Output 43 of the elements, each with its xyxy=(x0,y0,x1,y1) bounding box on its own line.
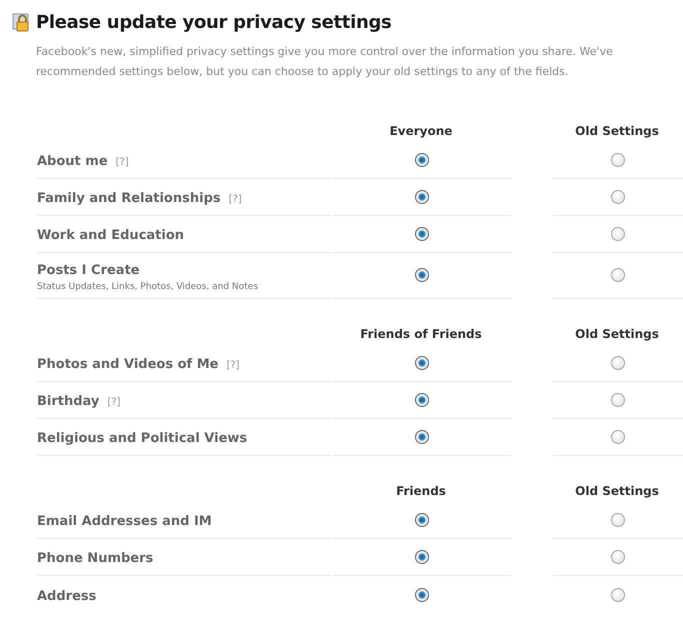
setting-label: Phone Numbers xyxy=(37,551,154,566)
radio-button[interactable] xyxy=(611,226,625,241)
radio-button[interactable] xyxy=(415,393,429,408)
radio-button[interactable] xyxy=(611,268,625,282)
radio-button[interactable] xyxy=(611,152,625,167)
setting-label: Religious and Political Views xyxy=(37,431,248,446)
radio-button[interactable] xyxy=(611,430,625,444)
radio-button[interactable] xyxy=(415,190,429,204)
setting-label: About me xyxy=(37,154,108,169)
setting-label: Email Addresses and IM xyxy=(37,514,212,530)
radio-button[interactable] xyxy=(415,588,429,602)
column-header: Friends of Friends xyxy=(359,326,483,344)
setting-label: Posts I Create xyxy=(37,262,140,278)
radio-button[interactable] xyxy=(611,393,625,408)
setting-label: Photos and Videos of Me xyxy=(37,357,218,372)
radio-button[interactable] xyxy=(611,550,625,564)
column-header: Old Settings xyxy=(574,483,660,500)
help-link[interactable]: [?] xyxy=(226,360,240,372)
setting-label: Address xyxy=(37,588,96,604)
radio-button[interactable] xyxy=(611,513,625,528)
setting-sublabel: Status Updates, Links, Photos, Videos, and Notes xyxy=(37,280,259,294)
column-header: Old Settings xyxy=(574,122,660,140)
radio-button[interactable] xyxy=(415,356,429,370)
setting-label: Work and Education xyxy=(37,228,184,243)
column-header: Friends xyxy=(395,483,447,500)
column-header: Everyone xyxy=(388,122,454,140)
radio-button[interactable] xyxy=(415,513,429,528)
radio-button[interactable] xyxy=(415,550,429,564)
description: Facebook's new, simplified privacy settings give you more control over the information you share. We've recommended settings below, but you can choose to apply your old settings to any of the fields. xyxy=(36,44,614,80)
setting-label: Family and Relationships xyxy=(37,190,221,206)
radio-button[interactable] xyxy=(611,588,625,602)
radio-button[interactable] xyxy=(611,356,625,370)
setting-label: Birthday xyxy=(37,394,100,410)
radio-button[interactable] xyxy=(415,152,429,167)
radio-button[interactable] xyxy=(415,268,429,282)
help-link[interactable]: [?] xyxy=(107,397,121,408)
column-header: Old Settings xyxy=(574,326,660,344)
radio-button[interactable] xyxy=(415,430,429,444)
help-link[interactable]: [?] xyxy=(228,194,242,205)
radio-button[interactable] xyxy=(611,190,625,204)
help-link[interactable]: [?] xyxy=(116,156,129,168)
page-title: Please update your privacy settings xyxy=(36,12,392,34)
radio-button[interactable] xyxy=(415,226,429,241)
